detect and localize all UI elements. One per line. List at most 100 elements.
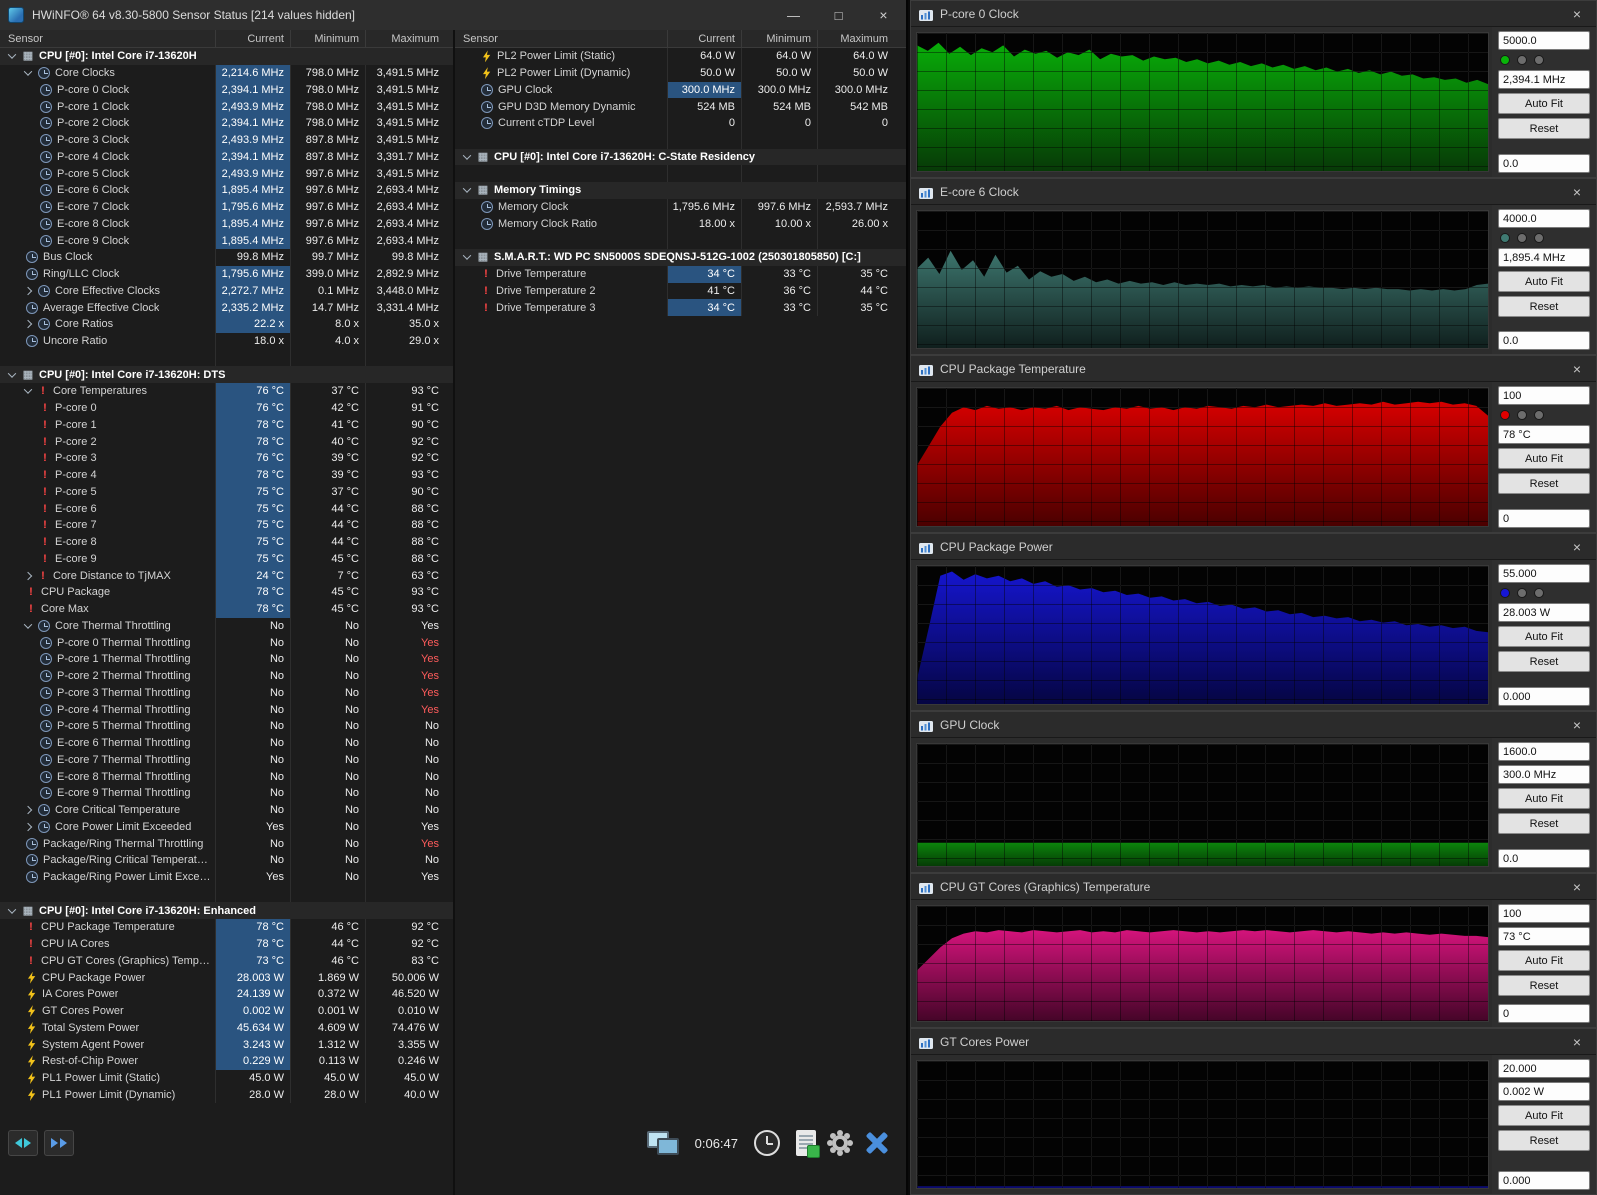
chevron-down-icon[interactable] [24, 620, 32, 628]
sensor-row[interactable]: Drive Temperature 334 °C33 °C35 °C [455, 299, 906, 316]
close-graph-button[interactable]: × [1562, 539, 1592, 555]
graph-color-dot[interactable] [1534, 233, 1544, 243]
minimize-button[interactable]: — [771, 0, 816, 30]
sensor-section-row[interactable]: CPU [#0]: Intel Core i7-13620H: Enhanced [0, 902, 453, 919]
scale-min-input[interactable]: 0.000 [1498, 1171, 1590, 1190]
auto-fit-button[interactable]: Auto Fit [1498, 626, 1590, 647]
scale-max-input[interactable]: 100 [1498, 386, 1590, 405]
scale-min-input[interactable]: 0.0 [1498, 849, 1590, 868]
sensor-row[interactable]: PL2 Power Limit (Static)64.0 W64.0 W64.0… [455, 48, 906, 65]
sensor-section-row[interactable]: S.M.A.R.T.: WD PC SN5000S SDEQNSJ-512G-1… [455, 249, 906, 266]
graph-plot[interactable] [916, 743, 1489, 867]
scale-max-input[interactable]: 55.000 [1498, 564, 1590, 583]
sensor-row[interactable]: P-core 376 °C39 °C92 °C [0, 450, 453, 467]
scale-max-input[interactable]: 5000.0 [1498, 31, 1590, 50]
graph-color-dot[interactable] [1500, 55, 1510, 65]
scale-max-input[interactable]: 1600.0 [1498, 742, 1590, 761]
sensor-row[interactable]: CPU Package78 °C45 °C93 °C [0, 584, 453, 601]
sensor-row[interactable]: Core Ratios22.2 x8.0 x35.0 x [0, 316, 453, 333]
graph-color-dot[interactable] [1534, 410, 1544, 420]
sensor-row[interactable]: P-core 178 °C41 °C90 °C [0, 417, 453, 434]
sensor-row[interactable]: CPU IA Cores78 °C44 °C92 °C [0, 936, 453, 953]
chevron-right-icon[interactable] [24, 287, 32, 295]
sensor-row[interactable]: CPU Package Power28.003 W1.869 W50.006 W [0, 969, 453, 986]
chevron-right-icon[interactable] [24, 571, 32, 579]
graph-color-dot[interactable] [1500, 588, 1510, 598]
sensor-row[interactable]: Memory Clock1,795.6 MHz997.6 MHz2,593.7 … [455, 199, 906, 216]
clock-button[interactable] [754, 1130, 780, 1156]
report-button[interactable] [796, 1130, 816, 1156]
sensor-row[interactable]: P-core 0 Thermal ThrottlingNoNoYes [0, 634, 453, 651]
chevron-down-icon[interactable] [463, 151, 471, 159]
sensor-row[interactable]: P-core 478 °C39 °C93 °C [0, 467, 453, 484]
graph-color-dot[interactable] [1517, 55, 1527, 65]
column-header-sensor[interactable]: Sensor [455, 30, 667, 47]
sensor-row[interactable]: Core Critical TemperatureNoNoNo [0, 802, 453, 819]
remote-monitors-button[interactable] [647, 1130, 679, 1156]
close-graph-button[interactable]: × [1562, 6, 1592, 22]
auto-fit-button[interactable]: Auto Fit [1498, 271, 1590, 292]
sensor-row[interactable]: PL1 Power Limit (Dynamic)28.0 W28.0 W40.… [0, 1087, 453, 1104]
sensor-row[interactable]: Memory Clock Ratio18.00 x10.00 x26.00 x [455, 216, 906, 233]
scale-max-input[interactable]: 20.000 [1498, 1059, 1590, 1078]
reset-button[interactable]: Reset [1498, 473, 1590, 494]
column-header-current[interactable]: Current [215, 30, 290, 47]
close-graph-button[interactable]: × [1562, 1034, 1592, 1050]
chevron-down-icon[interactable] [463, 252, 471, 260]
column-header-maximum[interactable]: Maximum [817, 30, 894, 47]
reset-button[interactable]: Reset [1498, 813, 1590, 834]
reset-button[interactable]: Reset [1498, 296, 1590, 317]
chevron-down-icon[interactable] [8, 51, 16, 59]
scale-min-input[interactable]: 0.000 [1498, 687, 1590, 706]
sensor-row[interactable]: GPU D3D Memory Dynamic524 MB524 MB542 MB [455, 98, 906, 115]
sensor-row[interactable]: CPU GT Cores (Graphics) Temper...73 °C46… [0, 953, 453, 970]
graph-plot[interactable] [916, 387, 1489, 527]
close-sensors-button[interactable] [864, 1130, 890, 1156]
sensor-section-row[interactable]: CPU [#0]: Intel Core i7-13620H: C-State … [455, 149, 906, 166]
sensor-row[interactable]: E-core 6 Clock1,895.4 MHz997.6 MHz2,693.… [0, 182, 453, 199]
sensor-row[interactable]: Package/Ring Power Limit Excee...YesNoYe… [0, 869, 453, 886]
sensor-row[interactable]: Core Temperatures76 °C37 °C93 °C [0, 383, 453, 400]
sensor-row[interactable]: P-core 278 °C40 °C92 °C [0, 433, 453, 450]
graph-color-dot[interactable] [1500, 410, 1510, 420]
sensor-row[interactable]: E-core 8 Clock1,895.4 MHz997.6 MHz2,693.… [0, 216, 453, 233]
sensor-row[interactable]: P-core 1 Clock2,493.9 MHz798.0 MHz3,491.… [0, 98, 453, 115]
close-graph-button[interactable]: × [1562, 717, 1592, 733]
column-header-sensor[interactable]: Sensor [0, 30, 215, 47]
sensor-row[interactable]: Average Effective Clock2,335.2 MHz14.7 M… [0, 299, 453, 316]
sensor-row[interactable]: Ring/LLC Clock1,795.6 MHz399.0 MHz2,892.… [0, 266, 453, 283]
column-header-maximum[interactable]: Maximum [365, 30, 445, 47]
sensor-row[interactable]: GT Cores Power0.002 W0.001 W0.010 W [0, 1003, 453, 1020]
sensor-row[interactable]: P-core 575 °C37 °C90 °C [0, 484, 453, 501]
sensor-section-row[interactable]: Memory Timings [455, 182, 906, 199]
scale-max-input[interactable]: 4000.0 [1498, 209, 1590, 228]
close-button[interactable]: × [861, 0, 906, 30]
sensor-row[interactable]: E-core 8 Thermal ThrottlingNoNoNo [0, 768, 453, 785]
sensor-row[interactable]: P-core 2 Clock2,394.1 MHz798.0 MHz3,491.… [0, 115, 453, 132]
scale-max-input[interactable]: 100 [1498, 904, 1590, 923]
chevron-down-icon[interactable] [24, 67, 32, 75]
sensor-row[interactable]: P-core 4 Thermal ThrottlingNoNoYes [0, 701, 453, 718]
sensor-row[interactable]: Core Max78 °C45 °C93 °C [0, 601, 453, 618]
sensor-row[interactable]: GPU Clock300.0 MHz300.0 MHz300.0 MHz [455, 82, 906, 99]
sensor-row[interactable]: Total System Power45.634 W4.609 W74.476 … [0, 1020, 453, 1037]
auto-fit-button[interactable]: Auto Fit [1498, 1105, 1590, 1126]
auto-fit-button[interactable]: Auto Fit [1498, 788, 1590, 809]
sensor-row[interactable]: Core Distance to TjMAX24 °C7 °C63 °C [0, 567, 453, 584]
layout-arrows-button-2[interactable] [44, 1130, 74, 1156]
sensor-row[interactable]: P-core 2 Thermal ThrottlingNoNoYes [0, 668, 453, 685]
sensor-row[interactable]: Drive Temperature34 °C33 °C35 °C [455, 266, 906, 283]
sensor-row[interactable]: P-core 3 Clock2,493.9 MHz897.8 MHz3,491.… [0, 132, 453, 149]
sensor-row[interactable]: P-core 3 Thermal ThrottlingNoNoYes [0, 685, 453, 702]
scale-min-input[interactable]: 0.0 [1498, 331, 1590, 350]
auto-fit-button[interactable]: Auto Fit [1498, 448, 1590, 469]
sensor-row[interactable]: P-core 5 Clock2,493.9 MHz997.6 MHz3,491.… [0, 165, 453, 182]
graph-plot[interactable] [916, 210, 1489, 349]
graph-color-dot[interactable] [1500, 233, 1510, 243]
reset-button[interactable]: Reset [1498, 1130, 1590, 1151]
chevron-down-icon[interactable] [8, 905, 16, 913]
sensor-row[interactable]: Drive Temperature 241 °C36 °C44 °C [455, 283, 906, 300]
close-graph-button[interactable]: × [1562, 879, 1592, 895]
scale-min-input[interactable]: 0.0 [1498, 154, 1590, 173]
scale-min-input[interactable]: 0 [1498, 1004, 1590, 1023]
